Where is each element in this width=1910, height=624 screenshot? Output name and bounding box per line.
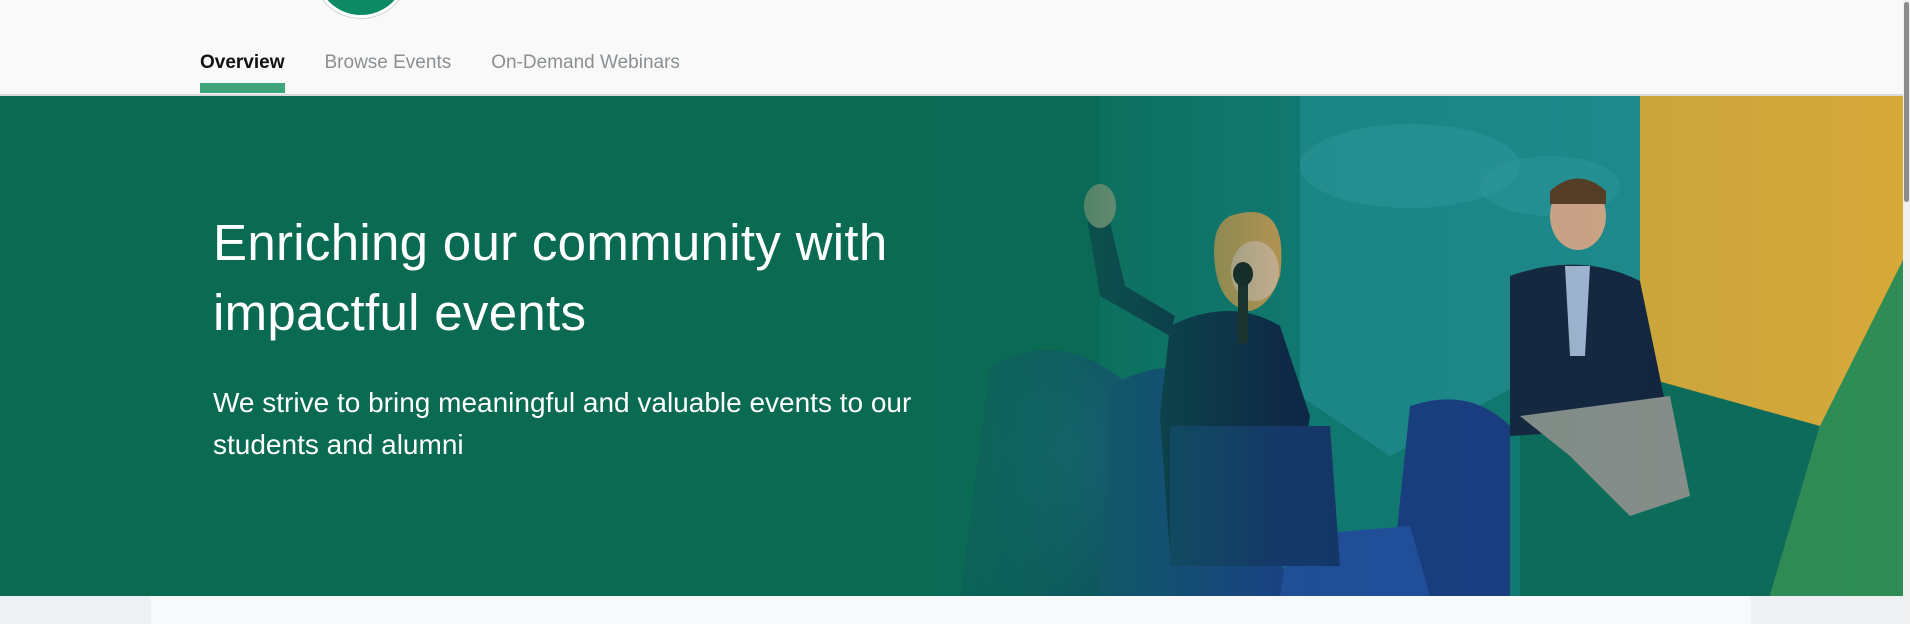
hero-photo <box>870 96 1910 596</box>
hero-subtitle-line-2: students and alumni <box>213 429 464 460</box>
hero-text: Enriching our community with impactful e… <box>213 208 1013 466</box>
school-logo[interactable] <box>313 0 409 18</box>
scrollbar-thumb[interactable] <box>1904 2 1909 202</box>
hero-title-line-1: Enriching our community with <box>213 214 888 271</box>
tab-on-demand-webinars[interactable]: On-Demand Webinars <box>491 50 680 76</box>
event-tabs: Overview Browse Events On-Demand Webinar… <box>200 50 680 93</box>
page-scrollbar[interactable] <box>1903 0 1910 624</box>
hero-title: Enriching our community with impactful e… <box>213 208 1013 348</box>
tab-overview[interactable]: Overview <box>200 50 285 93</box>
content-card <box>151 596 1751 624</box>
hero-banner: Enriching our community with impactful e… <box>0 96 1910 596</box>
hero-title-line-2: impactful events <box>213 284 587 341</box>
top-navigation-bar: Overview Browse Events On-Demand Webinar… <box>0 0 1910 96</box>
hero-subtitle-line-1: We strive to bring meaningful and valuab… <box>213 387 912 418</box>
hero-subtitle: We strive to bring meaningful and valuab… <box>213 382 1013 466</box>
tab-browse-events[interactable]: Browse Events <box>325 50 452 76</box>
